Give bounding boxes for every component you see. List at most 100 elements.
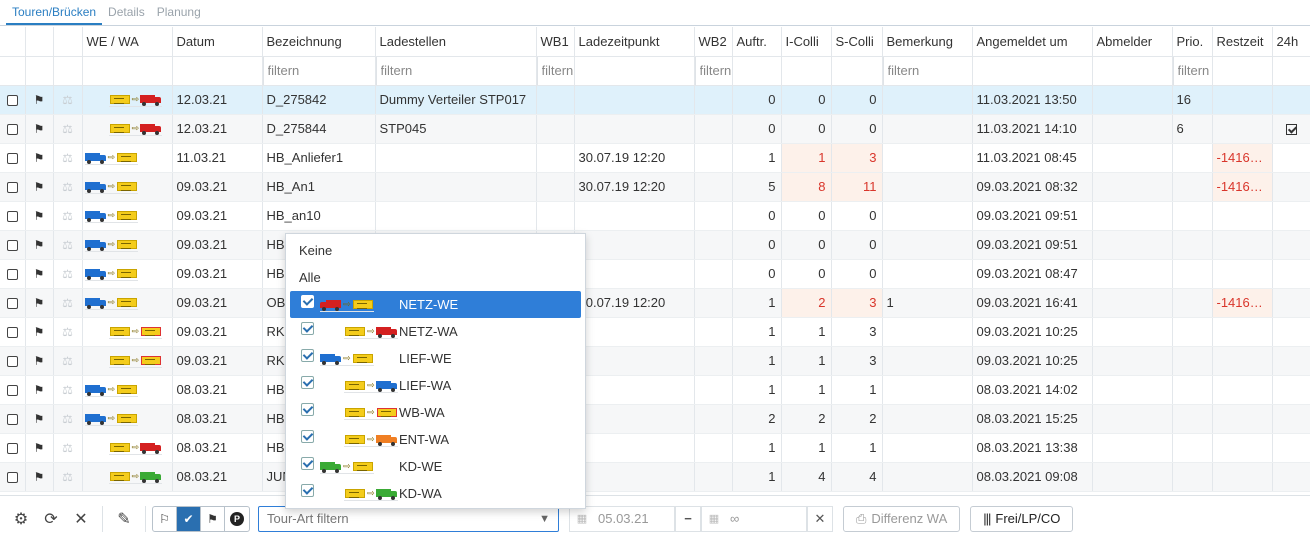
header-restzeit[interactable]: Restzeit (1212, 27, 1273, 57)
dropdown-checkbox[interactable] (301, 430, 314, 443)
row-select-cell[interactable] (0, 143, 26, 173)
filter-bemerkung[interactable] (882, 56, 971, 84)
checkered-flag-icon[interactable]: ⚑ (34, 209, 45, 223)
header-wb1[interactable]: WB1 (536, 27, 575, 57)
tab-planung[interactable]: Planung (151, 5, 207, 25)
check-icon[interactable]: ✔ (177, 506, 201, 531)
dropdown-checkbox[interactable] (301, 484, 314, 497)
row-select-cell[interactable] (0, 172, 26, 202)
flag-cell[interactable]: ⚑ (25, 85, 54, 115)
row-checkbox[interactable] (6, 356, 18, 368)
header-24h[interactable]: 24h (1272, 27, 1310, 57)
flag-cell[interactable]: ⚑ (25, 143, 54, 173)
row-checkbox[interactable] (6, 124, 18, 136)
row-select-cell[interactable] (0, 433, 26, 463)
row-select-cell[interactable] (0, 201, 26, 231)
table-row[interactable]: ⚑ ⚖ ⇨ 09.03.21 HB_an10 0 0 0 09.03.2021 09:51 (0, 201, 1310, 231)
row-checkbox[interactable] (6, 472, 18, 484)
flag-cell[interactable]: ⚑ (25, 462, 54, 492)
header-angemeldet[interactable]: Angemeldet um (972, 27, 1093, 57)
filter-ladestellen[interactable] (375, 56, 535, 84)
header-we-wa[interactable]: WE / WA (82, 27, 173, 57)
filter-wb2[interactable] (694, 56, 731, 84)
checkered-flag-icon[interactable]: ⚑ (34, 180, 45, 194)
header-auftr[interactable]: Auftr. (732, 27, 782, 57)
filter-wb1[interactable] (536, 56, 573, 84)
dropdown-item-ent-wa[interactable]: ⇨ ENT-WA (290, 426, 581, 453)
row-checkbox[interactable] (6, 95, 18, 107)
checkered-flag-icon[interactable]: ⚑ (34, 151, 45, 165)
checkered-flag-icon[interactable]: ⚑ (34, 325, 45, 339)
row-select-cell[interactable] (0, 346, 26, 376)
table-row[interactable]: ⚑ ⚖ ⇨ 08.03.21 JUN 1 4 4 08.03.2021 09:08 (0, 462, 1310, 492)
row-select-cell[interactable] (0, 288, 26, 318)
flag-cell[interactable]: ⚑ (25, 201, 54, 231)
table-row[interactable]: ⚑ ⚖ ⇨ 09.03.21 RK 1 1 3 09.03.2021 10:25 (0, 317, 1310, 347)
flag-cell[interactable]: ⚑ (25, 114, 54, 144)
filter-prio[interactable] (1172, 56, 1211, 84)
table-row[interactable]: ⚑ ⚖ ⇨ 09.03.21 HB 0 0 0 09.03.2021 08:47 (0, 259, 1310, 289)
dropdown-checkbox[interactable] (301, 376, 314, 389)
row-checkbox[interactable] (6, 182, 18, 194)
tab-details[interactable]: Details (102, 5, 151, 25)
row-select-cell[interactable] (0, 375, 26, 405)
row-select-cell[interactable] (0, 230, 26, 260)
table-row[interactable]: ⚑ ⚖ ⇨ 09.03.21 HB 0 0 0 09.03.2021 09:51 (0, 230, 1310, 260)
dropdown-checkbox[interactable] (301, 349, 314, 362)
dropdown-checkbox[interactable] (301, 403, 314, 416)
header-datum[interactable]: Datum (172, 27, 263, 57)
dropdown-item-lief-we[interactable]: ⇨ LIEF-WE (290, 345, 581, 372)
date-clear-button[interactable]: ✕ (807, 505, 833, 532)
row-checkbox[interactable] (6, 211, 18, 223)
checkered-flag-icon[interactable]: ⚑ (34, 93, 45, 107)
table-row[interactable]: ⚑ ⚖ ⇨ 08.03.21 HB 1 1 1 08.03.2021 13:38 (0, 433, 1310, 463)
refresh-icon[interactable]: ⟳ (36, 504, 66, 534)
checkered-flag-icon[interactable]: ⚑ (201, 506, 225, 531)
dropdown-item-kd-we[interactable]: ⇨ KD-WE (290, 453, 581, 480)
table-row[interactable]: ⚑ ⚖ ⇨ 08.03.21 HB 1 1 1 08.03.2021 14:02 (0, 375, 1310, 405)
flag-cell[interactable]: ⚑ (25, 230, 54, 260)
flag-cell[interactable]: ⚑ (25, 259, 54, 289)
checkered-flag-icon[interactable]: ⚑ (34, 267, 45, 281)
row-select-cell[interactable] (0, 317, 26, 347)
frei-lp-co-button[interactable]: ||| Frei/LP/CO (970, 505, 1074, 532)
table-row[interactable]: ⚑ ⚖ ⇨ 09.03.21 HB_An1 30.07.19 12:20 5 8 11 09.03… (0, 172, 1310, 202)
row-select-cell[interactable] (0, 114, 26, 144)
checkered-flag-icon[interactable]: ⚑ (34, 122, 45, 136)
row-checkbox[interactable] (6, 240, 18, 252)
header-prio[interactable]: Prio. (1172, 27, 1213, 57)
header-wb2[interactable]: WB2 (694, 27, 733, 57)
row-checkbox[interactable] (6, 153, 18, 165)
flag-cell[interactable]: ⚑ (25, 172, 54, 202)
flag-cell[interactable]: ⚑ (25, 288, 54, 318)
header-bemerkung[interactable]: Bemerkung (882, 27, 973, 57)
edit-icon[interactable]: ✎ (109, 504, 139, 534)
row-select-cell[interactable] (0, 462, 26, 492)
checkered-flag-icon[interactable]: ⚑ (34, 296, 45, 310)
dropdown-option-none[interactable]: Keine (286, 237, 585, 264)
tour-type-select[interactable]: Tour-Art filtern ▼ (258, 505, 559, 532)
settings-gear-icon[interactable]: ⚙ (6, 504, 36, 534)
filter-bezeichnung[interactable] (262, 56, 374, 84)
checkered-flag-icon[interactable]: ⚑ (34, 354, 45, 368)
row-checkbox[interactable] (6, 327, 18, 339)
row-checkbox[interactable] (6, 414, 18, 426)
header-bezeichnung[interactable]: Bezeichnung (262, 27, 376, 57)
date-to-field[interactable]: ▦ ∞ (701, 505, 807, 532)
flag-cell[interactable]: ⚑ (25, 404, 54, 434)
dropdown-item-wb-wa[interactable]: ⇨ WB-WA (290, 399, 581, 426)
flag-outline-icon[interactable]: ⚐ (153, 506, 177, 531)
dropdown-item-kd-wa[interactable]: ⇨ KD-WA (290, 480, 581, 507)
dropdown-item-lief-wa[interactable]: ⇨ LIEF-WA (290, 372, 581, 399)
date-range-minus-button[interactable]: − (675, 505, 701, 532)
header-scolli[interactable]: S-Colli (831, 27, 883, 57)
checkered-flag-icon[interactable]: ⚑ (34, 470, 45, 484)
header-ladezeitpunkt[interactable]: Ladezeitpunkt (574, 27, 695, 57)
header-ladestellen[interactable]: Ladestellen (375, 27, 537, 57)
dropdown-checkbox[interactable] (301, 457, 314, 470)
row-checkbox[interactable] (6, 443, 18, 455)
flag-cell[interactable]: ⚑ (25, 317, 54, 347)
tab-touren-bruecken[interactable]: Touren/Brücken (6, 5, 103, 25)
dropdown-checkbox[interactable] (301, 322, 314, 335)
table-row[interactable]: ⚑ ⚖ ⇨ 08.03.21 HB 2 2 2 08.03.2021 15:25 (0, 404, 1310, 434)
